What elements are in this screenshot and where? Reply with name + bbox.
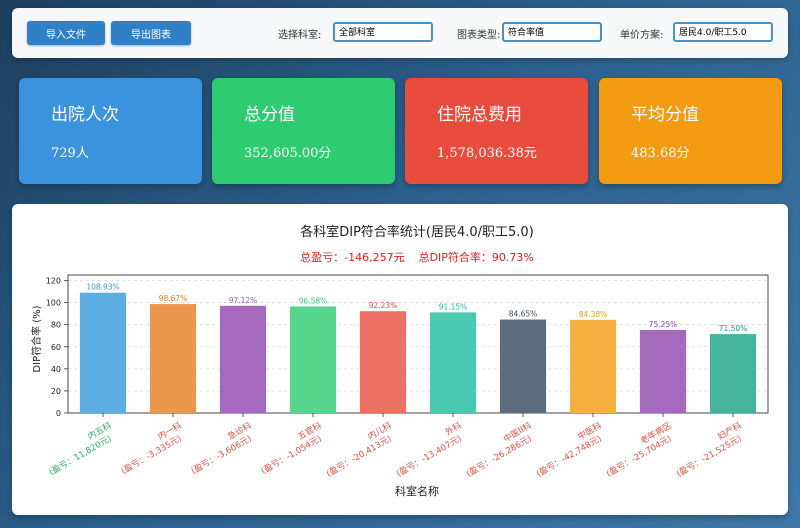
card-title: 住院总费用 xyxy=(437,105,522,125)
y-tick-label: 100 xyxy=(46,299,61,308)
x-profit-label: (盈亏：-26,286元) xyxy=(465,434,534,479)
department-label: 选择科室: xyxy=(278,30,322,41)
card-title: 出院人次 xyxy=(51,105,119,125)
x-profit-label: (盈亏：-3,606元) xyxy=(190,434,254,477)
chart-title: 各科室DIP符合率统计(居民4.0/职工5.0) xyxy=(300,224,534,240)
x-axis-label: 科室名称 xyxy=(395,484,439,498)
bar xyxy=(569,319,617,413)
card-discharge-count: 出院人次 729人 xyxy=(19,78,202,184)
toolbar: 导入文件 导出图表 选择科室: 全部科室 图表类型: 符合率值 单价方案: 居民… xyxy=(12,8,788,58)
x-profit-label: (盈亏：-13,407元) xyxy=(395,434,464,479)
department-select[interactable]: 全部科室 xyxy=(333,22,433,42)
y-tick-label: 60 xyxy=(51,343,61,352)
y-tick-label: 0 xyxy=(56,409,61,418)
price-scheme-label: 单价方案: xyxy=(620,30,664,41)
bar xyxy=(639,329,687,413)
value-label: 108.93% xyxy=(86,283,119,292)
card-total-score: 总分值 352,605.00分 xyxy=(212,78,395,184)
card-value: 729人 xyxy=(51,146,89,161)
plot-area: 020406080100120108.93%内五科(盈亏：11,820元)98.… xyxy=(46,274,769,479)
chart-panel: 各科室DIP符合率统计(居民4.0/职工5.0) 总盈亏：-146,257元 总… xyxy=(12,204,788,515)
card-value: 1,578,036.38元 xyxy=(437,146,537,161)
value-label: 71.50% xyxy=(719,324,748,333)
value-label: 98.67% xyxy=(159,294,188,303)
bar xyxy=(149,304,197,413)
card-title: 总分值 xyxy=(244,105,295,125)
value-label: 92.23% xyxy=(369,301,398,310)
bar xyxy=(79,292,127,413)
value-label: 97.12% xyxy=(229,296,258,305)
import-file-button[interactable]: 导入文件 xyxy=(27,21,105,45)
price-scheme-select[interactable]: 居民4.0/职工5.0 xyxy=(673,22,773,42)
x-profit-label: (盈亏：-1,054元) xyxy=(260,434,324,477)
chart-subtitle: 总盈亏：-146,257元 总DIP符合率：90.73% xyxy=(300,250,534,264)
x-profit-label: (盈亏：11,820元) xyxy=(48,434,114,478)
card-value: 352,605.00分 xyxy=(244,146,332,161)
bar xyxy=(429,312,477,413)
chart-type-select[interactable]: 符合率值 xyxy=(502,22,602,42)
y-tick-label: 80 xyxy=(51,321,61,330)
bar xyxy=(709,334,757,413)
value-label: 91.15% xyxy=(439,302,468,311)
value-label: 84.38% xyxy=(579,310,608,319)
value-label: 96.58% xyxy=(299,296,328,305)
value-label: 84.65% xyxy=(509,310,538,319)
bar xyxy=(499,319,547,413)
y-tick-label: 20 xyxy=(51,387,61,396)
x-profit-label: (盈亏：-21,525元) xyxy=(675,434,744,479)
card-total-cost: 住院总费用 1,578,036.38元 xyxy=(405,78,588,184)
x-tick-label: 外科 xyxy=(443,420,464,438)
card-title: 平均分值 xyxy=(631,105,699,125)
x-profit-label: (盈亏：-42,748元) xyxy=(535,434,604,479)
bar xyxy=(219,305,267,413)
export-chart-button[interactable]: 导出图表 xyxy=(111,21,191,45)
bar xyxy=(359,311,407,413)
y-tick-label: 40 xyxy=(51,365,61,374)
x-profit-label: (盈亏：-25,704元) xyxy=(605,434,674,479)
dip-rate-bar-chart: 各科室DIP符合率统计(居民4.0/职工5.0) 总盈亏：-146,257元 总… xyxy=(30,224,769,498)
card-average-score: 平均分值 483.68分 xyxy=(599,78,782,184)
bar xyxy=(289,306,337,413)
card-value: 483.68分 xyxy=(631,146,690,161)
value-label: 75.25% xyxy=(649,320,678,329)
x-profit-label: (盈亏：-3,335元) xyxy=(120,434,184,477)
y-axis-label: DIP符合率 (%) xyxy=(30,305,43,372)
y-tick-label: 120 xyxy=(46,277,61,286)
chart-type-label: 图表类型: xyxy=(457,30,501,41)
x-profit-label: (盈亏：-20,413元) xyxy=(325,434,394,479)
